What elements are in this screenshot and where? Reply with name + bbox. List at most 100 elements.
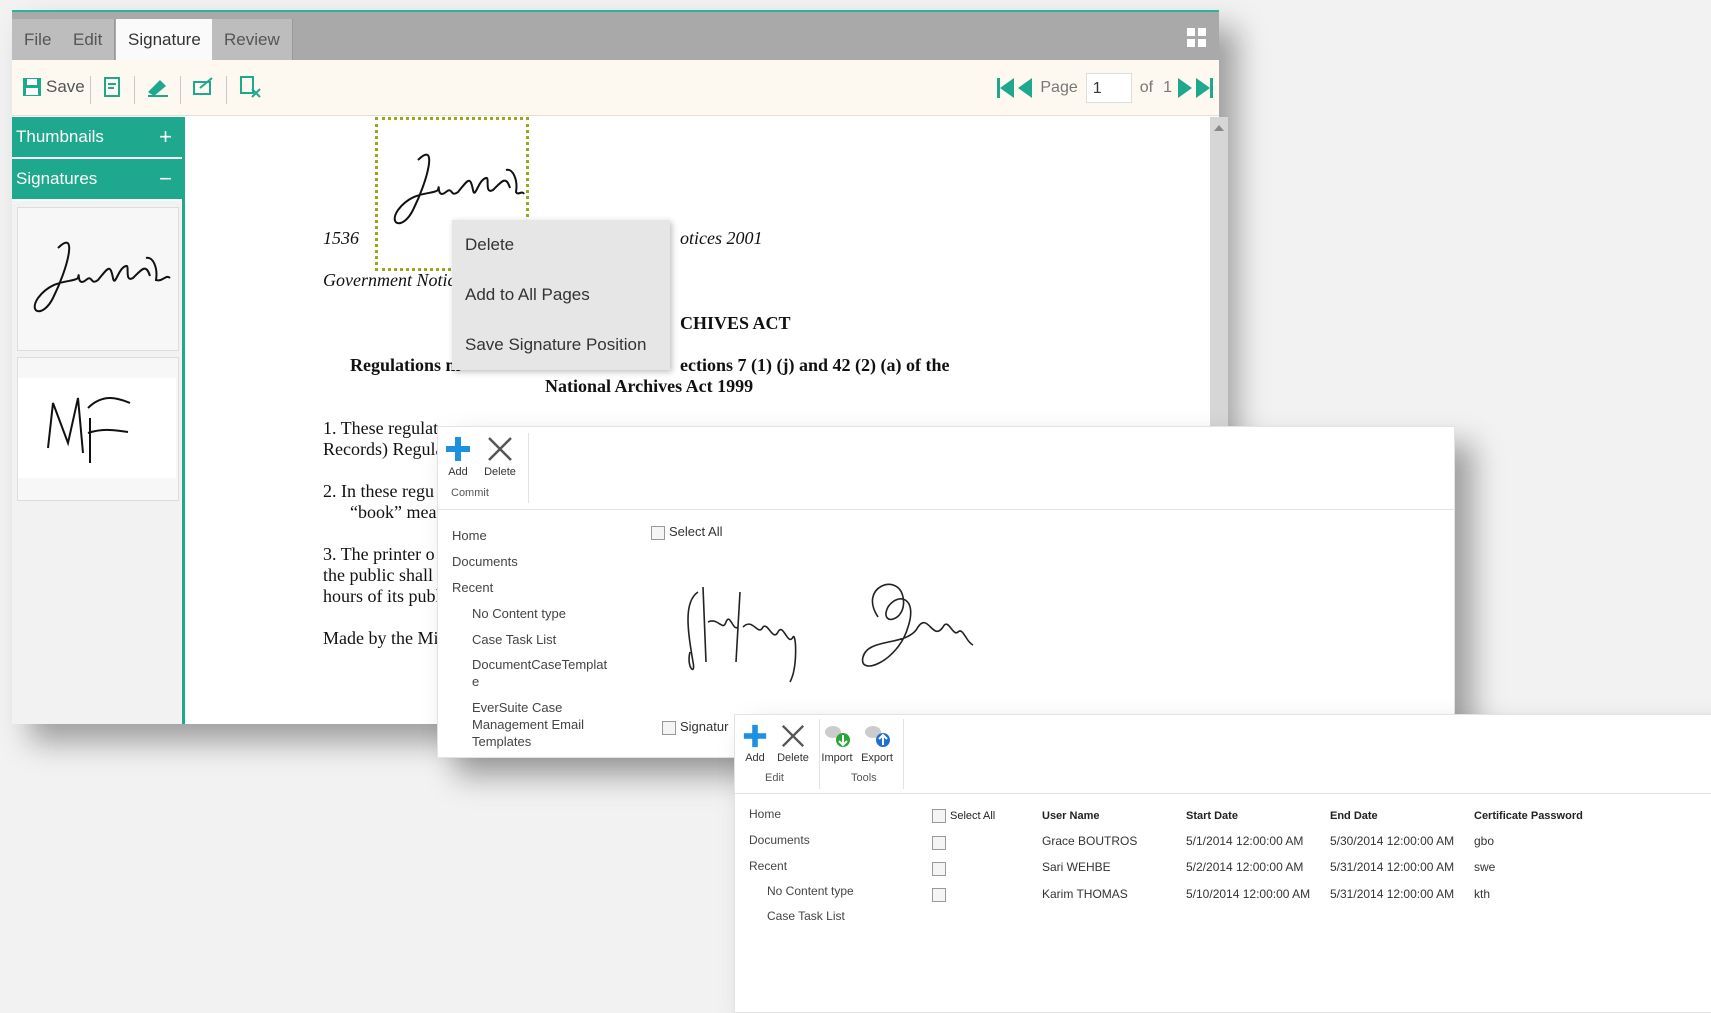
column-header-certificate-password[interactable]: Certificate Password [1474,810,1583,822]
column-header-end-date[interactable]: End Date [1330,810,1378,822]
nav-recent-item[interactable]: Case Task List [767,909,845,923]
checkbox[interactable] [932,809,946,823]
nav-documents[interactable]: Documents [749,833,810,847]
signature-context-menu: Delete Add to All Pages Save Signature P… [452,220,670,370]
nav-home[interactable]: Home [749,807,781,821]
thumbnails-panel-header[interactable]: Thumbnails + [12,117,182,159]
expand-icon[interactable]: + [159,117,172,157]
ribbon-divider [903,719,904,789]
edit-document-button[interactable] [102,74,124,100]
start-date-cell: 5/2/2014 12:00:00 AM [1186,860,1304,874]
close-icon [488,437,512,461]
save-button[interactable]: Save [22,74,85,100]
user-name-link[interactable]: Karim THOMAS [1042,887,1128,901]
delete-button[interactable]: Delete [478,435,522,478]
ribbon-group-label: Tools [851,772,877,784]
paragraph-text: the public shall c [323,565,446,585]
next-page-icon[interactable] [1178,78,1192,98]
toolbar-divider [180,76,181,104]
signature-image [861,583,974,667]
menu-item-save-signature-position[interactable]: Save Signature Position [452,320,670,370]
menu-item-add-to-all-pages[interactable]: Add to All Pages [452,270,670,320]
tab-signature[interactable]: Signature [116,19,214,60]
toolbar-divider [134,76,135,104]
save-label: Save [46,77,85,96]
nav-recent[interactable]: Recent [452,580,493,595]
signature-field-icon [193,77,213,95]
add-button[interactable]: Add [735,723,775,764]
row-checkbox[interactable] [932,888,946,902]
nav-recent-item[interactable]: Management Email [472,717,584,732]
import-button[interactable]: Import [817,723,857,764]
checkbox[interactable] [651,525,665,540]
nav-documents[interactable]: Documents [452,554,518,569]
select-all-label: Select All [669,524,723,539]
checkbox[interactable] [662,720,676,735]
first-page-icon[interactable] [997,78,1015,98]
nav-home[interactable]: Home [452,528,487,543]
select-all-checkbox[interactable]: Select All [651,524,722,540]
last-page-icon[interactable] [1196,78,1213,98]
export-button[interactable]: Export [857,723,897,764]
of-label: of [1139,79,1154,96]
paragraph-text: 2. In these regu [323,481,434,501]
signature-row[interactable]: Signatur [662,719,728,735]
paragraph-text: “book” mean [350,502,446,522]
remove-signature-icon [240,76,261,98]
nav-recent-item[interactable]: DocumentCaseTemplat [472,657,607,672]
tab-review[interactable]: Review [212,19,293,60]
thumbnails-label: Thumbnails [16,127,104,146]
nav-recent-item[interactable]: Templates [472,734,531,749]
tab-file[interactable]: File [12,19,65,60]
nav-recent-item[interactable]: EverSuite Case [472,700,562,715]
column-header-user-name[interactable]: User Name [1042,810,1099,822]
nav-recent-item[interactable]: e [472,674,479,689]
scroll-up-icon[interactable] [1214,125,1224,131]
paragraph-text: 1. These regulat [323,418,439,438]
start-date-cell: 5/10/2014 12:00:00 AM [1186,887,1311,901]
nav-recent-item[interactable]: No Content type [472,606,566,621]
toolbar: Save Page 1 of 1 [12,60,1219,116]
end-date-cell: 5/31/2014 12:00:00 AM [1330,860,1455,874]
signatures-label: Signatures [16,169,98,188]
nav-recent[interactable]: Recent [749,859,787,873]
signature-field-button[interactable] [192,74,216,100]
previous-page-icon[interactable] [1018,78,1033,98]
remove-signatures-button[interactable] [238,74,262,100]
ribbon-group-label: Edit [765,772,784,784]
menu-item-delete[interactable]: Delete [452,220,670,270]
sign-button[interactable] [146,74,170,100]
collapse-icon[interactable]: − [159,159,172,199]
user-name-link[interactable]: Grace BOUTROS [1042,834,1137,848]
delete-button[interactable]: Delete [773,723,813,764]
tab-edit[interactable]: Edit [61,19,116,60]
page-label: Page [1040,79,1078,96]
menu-tab-bar: File Edit Signature Review [12,12,1219,60]
signature-thumbnail[interactable] [17,207,179,351]
signature-image [687,586,797,683]
close-icon [781,724,805,748]
signature-image [33,241,171,313]
select-all-checkbox[interactable]: Select All [932,809,995,823]
row-checkbox[interactable] [932,862,946,876]
plus-icon [743,724,767,748]
act-title: CHIVES ACT [680,313,791,333]
nav-recent-item[interactable]: Case Task List [472,632,556,647]
import-icon [825,726,850,747]
ribbon: Add Delete Commit [438,427,1454,510]
signature-thumbnail[interactable] [17,357,179,501]
page-number: 1536 [323,228,359,248]
column-header-start-date[interactable]: Start Date [1186,810,1238,822]
signatures-panel-header[interactable]: Signatures − [12,159,182,201]
sidebar: Thumbnails + Signatures − [12,117,185,724]
export-icon [865,726,890,747]
page-number-input[interactable]: 1 [1085,73,1132,103]
ribbon-group-label: Commit [451,487,489,499]
page-navigator: Page 1 of 1 [997,72,1213,104]
nav-recent-item[interactable]: No Content type [767,884,854,898]
user-name-link[interactable]: Sari WEHBE [1042,860,1111,874]
grid-view-icon[interactable] [1187,28,1207,48]
row-checkbox[interactable] [932,836,946,850]
plus-icon [446,437,470,461]
add-button[interactable]: Add [438,435,478,478]
